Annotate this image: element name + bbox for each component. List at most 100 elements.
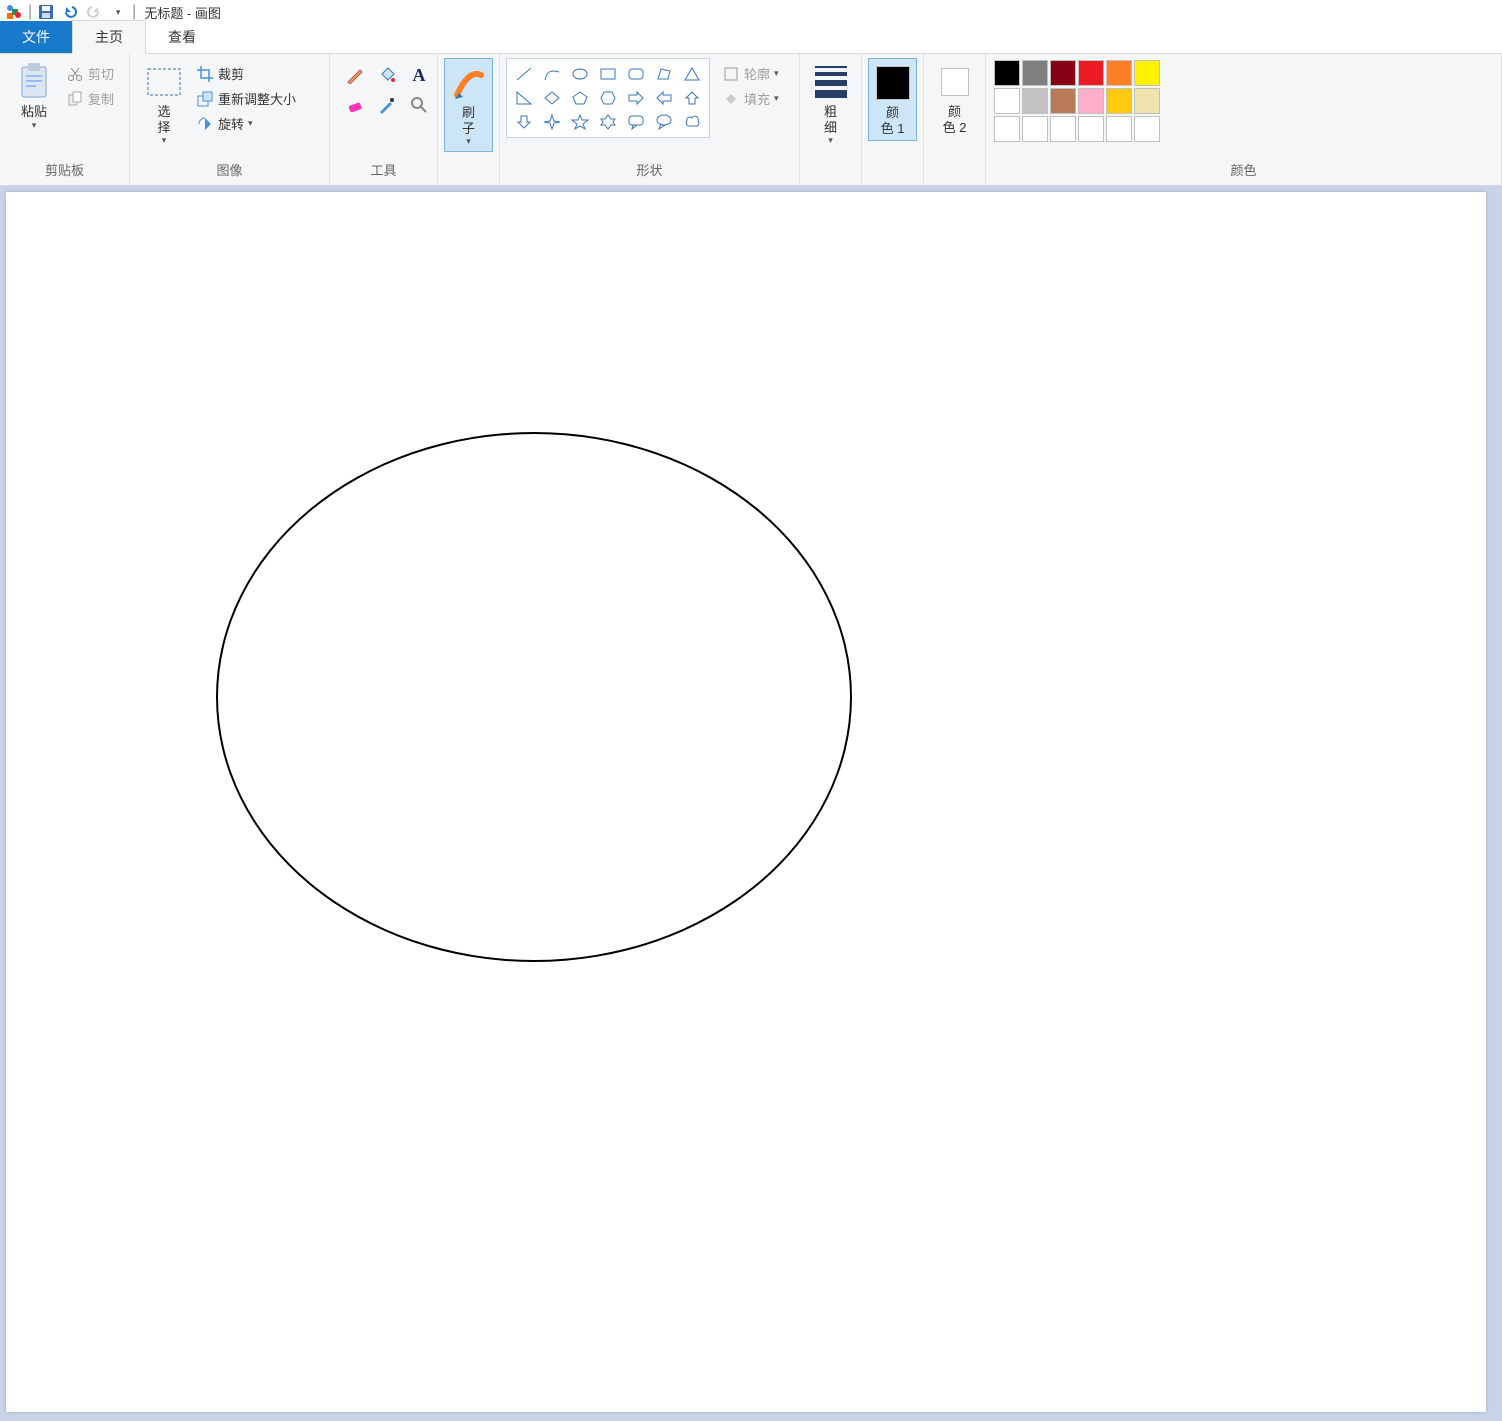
cut-button[interactable]: 剪切: [62, 62, 118, 85]
rotate-button[interactable]: 旋转 ▾: [192, 112, 300, 135]
ribbon-tabs: 文件 主页 查看: [0, 24, 1502, 54]
shape-diamond[interactable]: [539, 87, 565, 109]
group-color2: 颜 色 2: [924, 54, 986, 185]
shape-curve[interactable]: [539, 63, 565, 85]
shape-callout-rounded[interactable]: [623, 111, 649, 133]
brush-button[interactable]: 刷 子 ▾: [444, 58, 493, 152]
shape-callout-oval[interactable]: [651, 111, 677, 133]
save-button[interactable]: [36, 2, 56, 22]
shape-pentagon[interactable]: [567, 87, 593, 109]
shapes-gallery[interactable]: [506, 58, 710, 138]
shape-rect[interactable]: [595, 63, 621, 85]
shape-right-triangle[interactable]: [511, 87, 537, 109]
chevron-down-icon: ▾: [162, 135, 167, 146]
shape-rounded-rect[interactable]: [623, 63, 649, 85]
group-image: 选 择 ▾ 裁剪 重新调整大小: [130, 54, 330, 185]
shape-arrow-right[interactable]: [623, 87, 649, 109]
tab-file[interactable]: 文件: [0, 21, 72, 53]
color-swatch[interactable]: [1050, 60, 1076, 86]
magnifier-tool[interactable]: [406, 92, 432, 118]
group-label-brush: [444, 175, 493, 185]
resize-icon: [196, 90, 214, 108]
pencil-tool[interactable]: [342, 62, 368, 88]
color-swatch[interactable]: [994, 116, 1020, 142]
shape-arrow-down[interactable]: [511, 111, 537, 133]
group-label-colors: 颜色: [992, 156, 1495, 185]
qat-customize[interactable]: ▾: [108, 2, 128, 22]
group-shapes: 轮廓 ▾ 填充 ▾ 形状: [500, 54, 800, 185]
shape-callout-cloud[interactable]: [679, 111, 705, 133]
color-swatch[interactable]: [994, 60, 1020, 86]
crop-button[interactable]: 裁剪: [192, 62, 300, 85]
shape-triangle[interactable]: [679, 63, 705, 85]
tab-home[interactable]: 主页: [72, 20, 146, 54]
shape-star4[interactable]: [539, 111, 565, 133]
color-swatch[interactable]: [1106, 88, 1132, 114]
color-swatch[interactable]: [1078, 60, 1104, 86]
chevron-down-icon: ▾: [774, 93, 779, 104]
color-swatch[interactable]: [1134, 116, 1160, 142]
shape-outline-button[interactable]: 轮廓 ▾: [718, 62, 783, 85]
color-swatch[interactable]: [994, 88, 1020, 114]
thickness-icon: [811, 62, 851, 102]
group-colors: 颜色: [986, 54, 1502, 185]
eraser-tool[interactable]: [342, 92, 368, 118]
color-swatch[interactable]: [1022, 116, 1048, 142]
shape-polygon[interactable]: [651, 63, 677, 85]
color-swatch[interactable]: [1134, 60, 1160, 86]
color-swatch[interactable]: [1022, 60, 1048, 86]
group-brush: 刷 子 ▾: [438, 54, 500, 185]
shape-fill-button[interactable]: 填充 ▾: [718, 87, 783, 110]
color-swatch[interactable]: [1078, 88, 1104, 114]
group-label-shapes: 形状: [506, 156, 793, 185]
quick-access-toolbar: | ▾: [4, 2, 128, 22]
color-swatch[interactable]: [1050, 88, 1076, 114]
bucket-tool[interactable]: [374, 62, 400, 88]
group-label-image: 图像: [136, 156, 323, 185]
color-swatch[interactable]: [1050, 116, 1076, 142]
chevron-down-icon: ▾: [248, 118, 253, 129]
redo-button[interactable]: [84, 2, 104, 22]
crop-icon: [196, 65, 214, 83]
text-tool[interactable]: A: [406, 62, 432, 88]
color-palette: [992, 58, 1162, 144]
copy-icon: [66, 90, 84, 108]
tab-view[interactable]: 查看: [146, 21, 218, 53]
scissors-icon: [66, 65, 84, 83]
canvas-scroll-area[interactable]: [0, 186, 1502, 1421]
outline-icon: [722, 65, 740, 83]
group-thickness: 粗 细 ▾: [800, 54, 862, 185]
paste-button[interactable]: 粘贴 ▾: [6, 58, 62, 135]
color-swatch[interactable]: [1106, 60, 1132, 86]
color1-swatch: [873, 63, 913, 103]
color1-button[interactable]: 颜 色 1: [868, 58, 917, 141]
color-swatch[interactable]: [1134, 88, 1160, 114]
shape-star5[interactable]: [567, 111, 593, 133]
shape-arrow-up[interactable]: [679, 87, 705, 109]
app-icon[interactable]: [4, 2, 24, 22]
copy-button[interactable]: 复制: [62, 87, 118, 110]
canvas[interactable]: [6, 192, 1486, 1412]
separator: |: [28, 3, 32, 21]
color-swatch[interactable]: [1106, 116, 1132, 142]
color-picker-tool[interactable]: [374, 92, 400, 118]
shape-line[interactable]: [511, 63, 537, 85]
undo-button[interactable]: [60, 2, 80, 22]
chevron-down-icon: ▾: [774, 68, 779, 79]
select-button[interactable]: 选 择 ▾: [136, 58, 192, 150]
color-swatch[interactable]: [1078, 116, 1104, 142]
group-label-tools: 工具: [336, 156, 431, 185]
color-swatch[interactable]: [1022, 88, 1048, 114]
fill-icon: [722, 90, 740, 108]
chevron-down-icon: ▾: [828, 135, 833, 146]
shape-star6[interactable]: [595, 111, 621, 133]
thickness-button[interactable]: 粗 细 ▾: [806, 58, 855, 150]
drawn-circle-shape: [216, 432, 852, 962]
shape-hexagon[interactable]: [595, 87, 621, 109]
resize-button[interactable]: 重新调整大小: [192, 87, 300, 110]
rotate-icon: [196, 115, 214, 133]
separator: |: [132, 3, 136, 21]
color2-button[interactable]: 颜 色 2: [930, 58, 979, 139]
shape-oval[interactable]: [567, 63, 593, 85]
shape-arrow-left[interactable]: [651, 87, 677, 109]
